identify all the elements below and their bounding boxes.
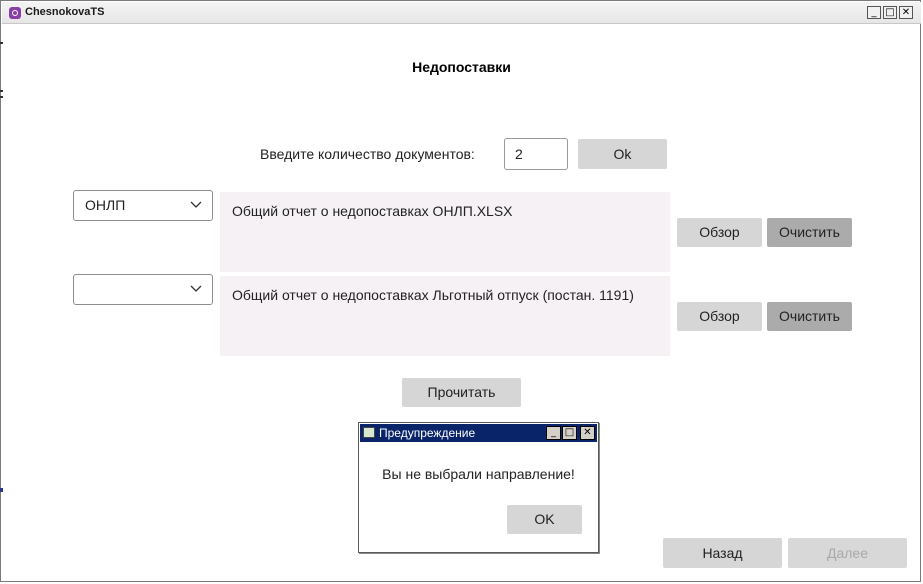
- background-window-edge: [0, 90, 3, 92]
- doc-count-input[interactable]: 2: [504, 138, 568, 170]
- close-button[interactable]: ✕: [899, 6, 913, 19]
- file-name: Общий отчет о недопоставках Льготный отп…: [232, 287, 634, 303]
- direction-select-1[interactable]: ОНЛП: [73, 190, 213, 221]
- browse-button-2[interactable]: Обзор: [677, 302, 762, 331]
- window-icon: [363, 427, 375, 438]
- background-window-edge: [0, 42, 3, 44]
- chevron-down-icon: [190, 285, 202, 292]
- doc-count-ok-button[interactable]: Ok: [578, 139, 667, 169]
- dialog-message: Вы не выбрали направление!: [382, 466, 575, 482]
- minimize-button[interactable]: _: [867, 6, 881, 19]
- background-window-edge: [0, 96, 3, 98]
- maximize-button[interactable]: □: [883, 6, 897, 19]
- clear-button-2[interactable]: Очистить: [767, 302, 852, 331]
- page-title: Недопоставки: [412, 59, 511, 75]
- warning-dialog: Предупреждение _ □ ✕ Вы не выбрали напра…: [358, 422, 599, 553]
- background-window-edge: [0, 488, 3, 492]
- window-title: ChesnokovaTS: [25, 6, 105, 18]
- back-button[interactable]: Назад: [663, 538, 782, 568]
- direction-select-value: ОНЛП: [85, 197, 126, 213]
- next-button[interactable]: Далее: [788, 538, 907, 568]
- chevron-down-icon: [190, 201, 202, 208]
- doc-count-label: Введите количество документов:: [260, 146, 475, 162]
- app-icon: [9, 7, 21, 19]
- clear-button-1[interactable]: Очистить: [767, 218, 852, 247]
- dialog-close-button[interactable]: ✕: [580, 426, 595, 440]
- dialog-minimize-button[interactable]: _: [546, 426, 561, 440]
- file-area-1: Общий отчет о недопоставках ОНЛП.XLSX: [220, 192, 670, 272]
- read-button[interactable]: Прочитать: [402, 378, 521, 407]
- dialog-title-bar[interactable]: Предупреждение _ □ ✕: [360, 424, 597, 442]
- dialog-ok-button[interactable]: OK: [507, 505, 582, 534]
- browse-button-1[interactable]: Обзор: [677, 218, 762, 247]
- direction-select-2[interactable]: [73, 274, 213, 305]
- title-bar[interactable]: ChesnokovaTS _ □ ✕: [2, 2, 921, 24]
- dialog-title: Предупреждение: [379, 426, 476, 440]
- file-area-2: Общий отчет о недопоставках Льготный отп…: [220, 276, 670, 356]
- dialog-maximize-button[interactable]: □: [562, 426, 577, 440]
- file-name: Общий отчет о недопоставках ОНЛП.XLSX: [232, 203, 513, 219]
